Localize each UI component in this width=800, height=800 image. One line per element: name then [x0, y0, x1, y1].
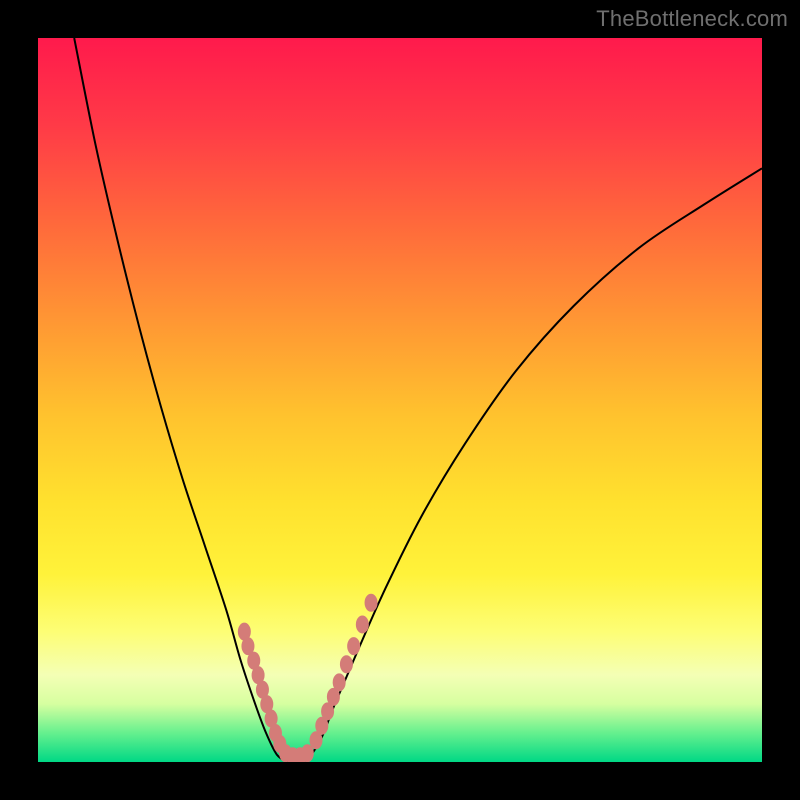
watermark-text: TheBottleneck.com — [596, 6, 788, 32]
plot-area — [38, 38, 762, 762]
outer-frame: TheBottleneck.com — [0, 0, 800, 800]
right-curve — [306, 168, 762, 762]
marker-dot — [347, 637, 360, 655]
marker-dot — [365, 594, 378, 612]
marker-dot — [333, 673, 346, 691]
marker-dot — [356, 615, 369, 633]
curves-svg — [38, 38, 762, 762]
marker-dot — [340, 655, 353, 673]
marker-dots — [238, 594, 378, 762]
